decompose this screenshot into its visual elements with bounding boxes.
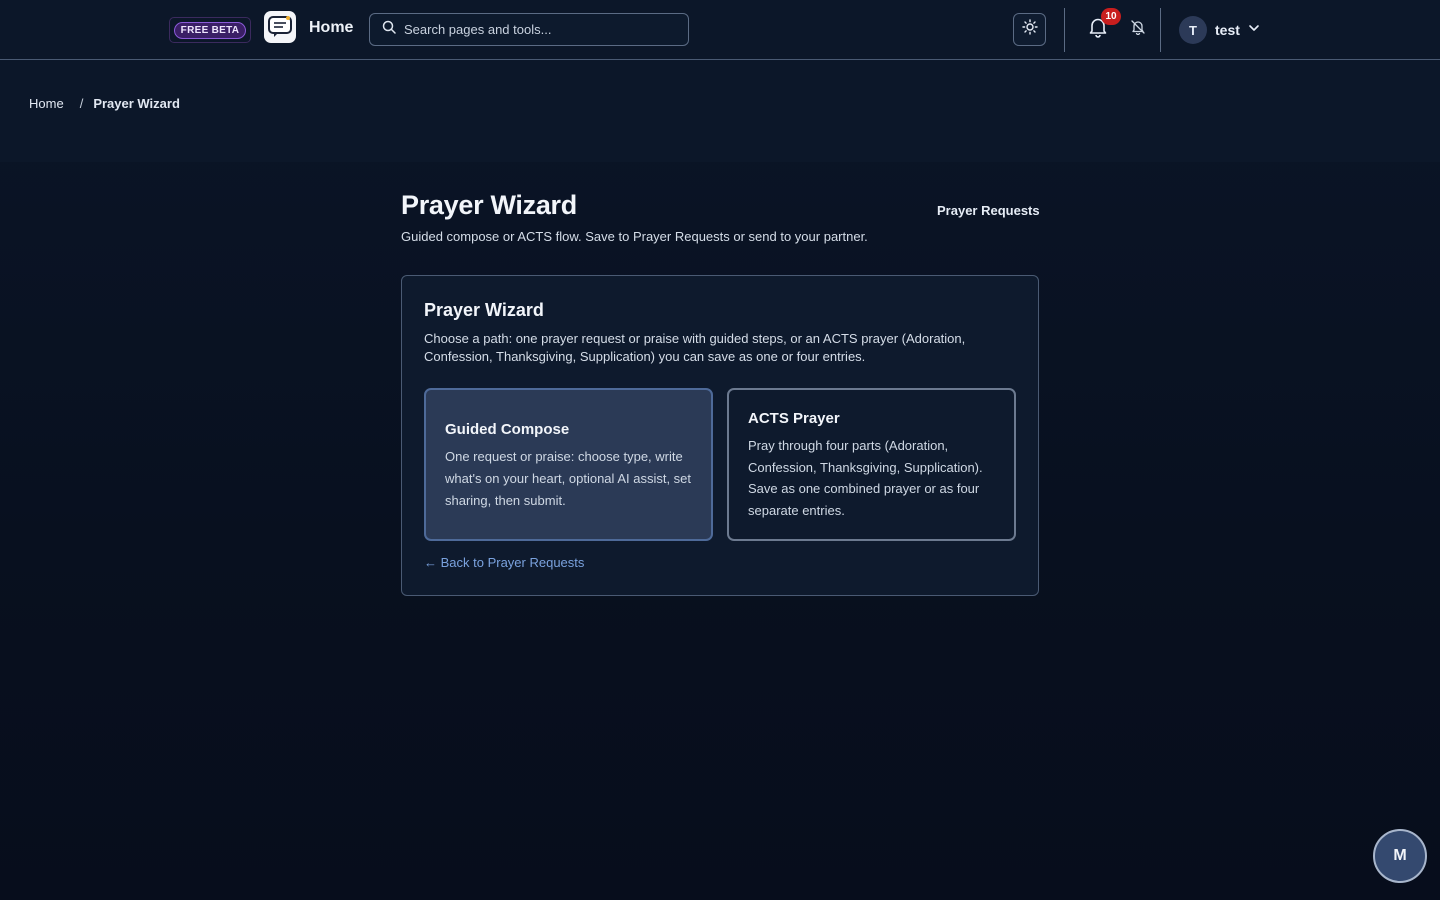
username: test bbox=[1215, 22, 1240, 38]
mute-notifications-button[interactable] bbox=[1129, 19, 1147, 40]
floating-menu-button[interactable]: M bbox=[1373, 829, 1427, 883]
breadcrumb-band bbox=[0, 60, 1440, 162]
chevron-down-icon bbox=[1248, 21, 1260, 39]
prayer-requests-link[interactable]: Prayer Requests bbox=[937, 203, 1040, 218]
breadcrumb: Home / Prayer Wizard bbox=[29, 96, 180, 111]
divider bbox=[1160, 8, 1161, 52]
top-navigation: FREE BETA Home Search pages and tools...… bbox=[0, 0, 1440, 60]
search-icon bbox=[382, 20, 396, 39]
search-input[interactable] bbox=[404, 22, 674, 37]
bell-off-icon bbox=[1130, 19, 1146, 40]
page-subtitle: Guided compose or ACTS flow. Save to Pra… bbox=[401, 229, 868, 244]
card-description: Choose a path: one prayer request or pra… bbox=[424, 331, 966, 364]
card-title: Prayer Wizard bbox=[424, 300, 544, 320]
breadcrumb-current: Prayer Wizard bbox=[93, 96, 180, 111]
home-nav-link[interactable]: Home bbox=[309, 19, 353, 37]
back-to-prayer-requests-link[interactable]: ← Back to Prayer Requests bbox=[424, 555, 584, 570]
breadcrumb-separator: / bbox=[79, 96, 84, 111]
option-title: Guided Compose bbox=[445, 421, 570, 438]
guided-compose-option[interactable]: Guided Compose One request or praise: ch… bbox=[424, 388, 713, 541]
chat-logo-icon[interactable] bbox=[264, 11, 296, 43]
option-title: ACTS Prayer bbox=[748, 410, 840, 427]
notification-count-badge: 10 bbox=[1101, 8, 1121, 25]
breadcrumb-home-link[interactable]: Home bbox=[29, 96, 64, 111]
divider bbox=[1064, 8, 1065, 52]
prayer-wizard-card: Prayer Wizard Choose a path: one prayer … bbox=[401, 275, 1039, 596]
acts-prayer-option[interactable]: ACTS Prayer Pray through four parts (Ado… bbox=[727, 388, 1016, 541]
beta-badge: FREE BETA bbox=[169, 17, 251, 43]
avatar: T bbox=[1179, 16, 1207, 44]
user-menu[interactable]: T test bbox=[1179, 15, 1260, 45]
page-title: Prayer Wizard bbox=[401, 190, 577, 220]
beta-badge-label: FREE BETA bbox=[173, 21, 247, 39]
theme-toggle-button[interactable] bbox=[1013, 13, 1046, 46]
option-description: Pray through four parts (Adoration, Conf… bbox=[748, 438, 983, 518]
sun-icon bbox=[1021, 19, 1038, 40]
search-bar[interactable] bbox=[369, 13, 689, 46]
option-description: One request or praise: choose type, writ… bbox=[445, 449, 692, 508]
